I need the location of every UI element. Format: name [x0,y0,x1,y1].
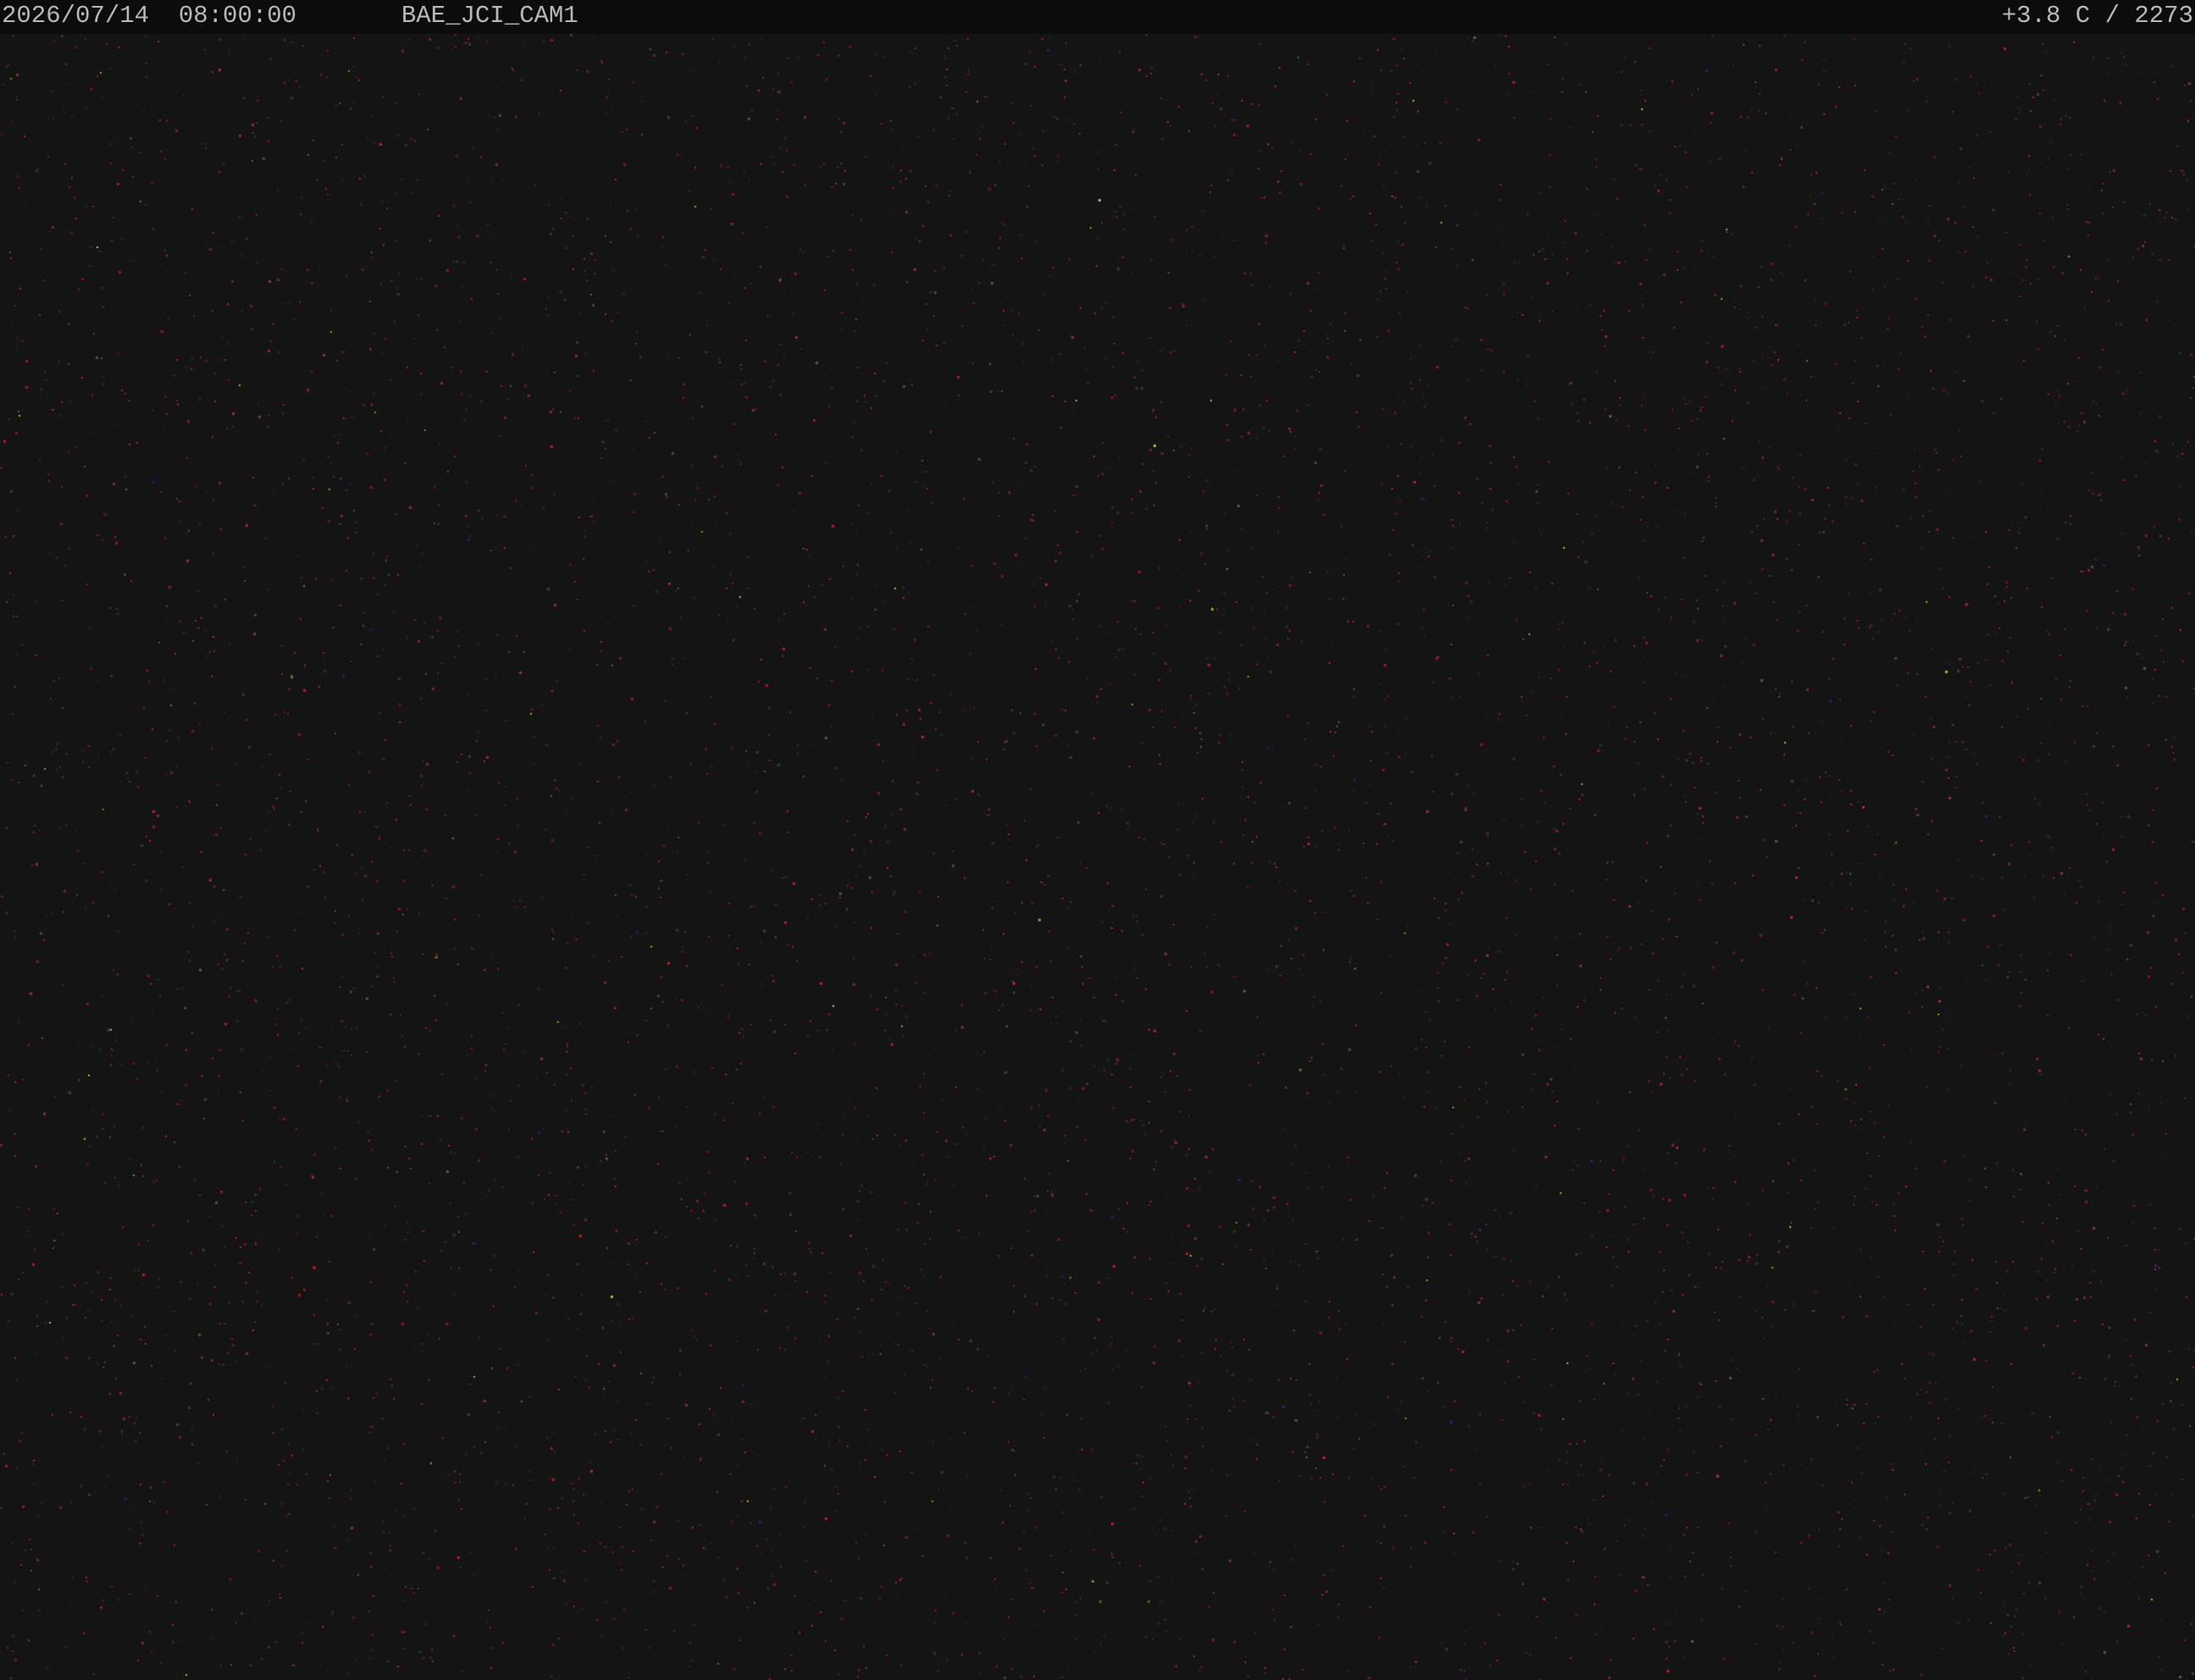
camera-frame: 2026/07/14 08:00:00 BAE_JCI_CAM1 +3.8 C … [0,0,2195,1680]
sensor-noise-image [0,0,2195,1680]
telemetry-label: +3.8 C / 2273 [2001,2,2193,30]
camera-id-label: BAE_JCI_CAM1 [401,2,578,30]
camera-overlay-bar: 2026/07/14 08:00:00 BAE_JCI_CAM1 +3.8 C … [0,0,2195,34]
timestamp-label: 2026/07/14 08:00:00 [2,2,297,30]
